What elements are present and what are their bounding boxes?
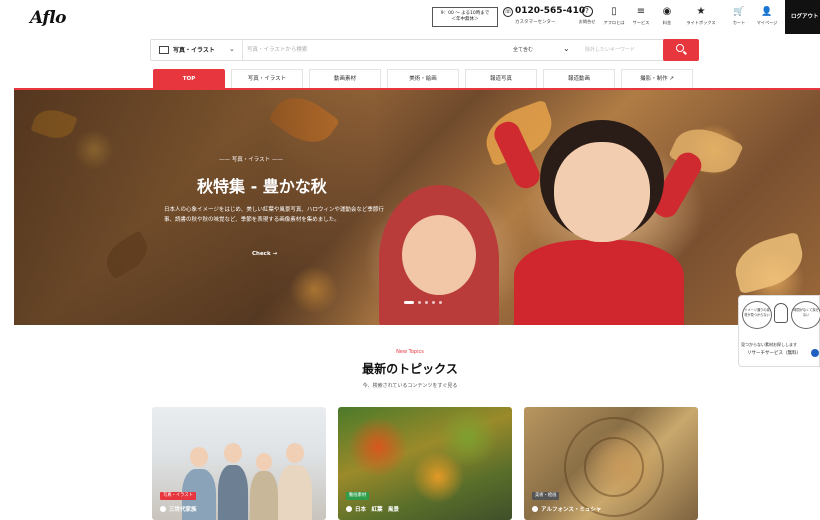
pin-icon	[160, 506, 166, 512]
header-item-contact[interactable]: ? お問合せ	[574, 6, 600, 30]
tab-news-photo[interactable]: 報道写真	[465, 69, 537, 89]
child-right-body	[514, 240, 684, 325]
header-item-price[interactable]: ◉ 料金	[654, 6, 680, 30]
person-face	[224, 443, 242, 463]
child-right-face	[554, 142, 650, 242]
match-mode-value: 全て含む	[513, 47, 534, 53]
topic-card[interactable]: 写真・イラスト 三世代家族	[152, 407, 326, 520]
card-title-text: 三世代家族	[169, 507, 197, 513]
leaf-decoration	[729, 231, 809, 295]
pin-icon	[532, 506, 538, 512]
match-mode-select[interactable]: 全て含む ⌄	[509, 40, 585, 60]
card-category-tag: 写真・イラスト	[160, 492, 196, 500]
carousel-dot[interactable]	[425, 301, 428, 304]
topics-eyebrow: New Topics	[396, 349, 424, 355]
person-icon	[774, 303, 788, 323]
speech-bubble: 時間がなくて探せない	[791, 301, 820, 329]
user-icon: 👤	[761, 7, 773, 17]
speech-bubble: イメージ通りの素材が見つからない	[742, 301, 772, 329]
card-title: アルフォンス・ミュシャ	[532, 505, 601, 513]
aflo-logo[interactable]: Aflo	[30, 8, 67, 28]
search-category-select[interactable]: 写真・イラスト ⌄	[151, 40, 243, 60]
header-item-label: ライトボックス	[686, 20, 716, 25]
carousel-dots	[404, 300, 464, 306]
topics-title: 最新のトピックス	[362, 362, 458, 376]
topic-card[interactable]: 動画素材 日本 紅葉 風景	[338, 407, 512, 520]
tab-news-video[interactable]: 報道動画	[543, 69, 615, 89]
site-header: Aflo 9：00 ～ よる10時まで ＜年中無休＞ ☏ 0120-565-41…	[0, 0, 820, 34]
search-icon	[676, 44, 684, 52]
tab-top[interactable]: TOP	[153, 69, 225, 89]
star-icon: ★	[696, 6, 706, 17]
hero-eyebrow: —— 写真・イラスト ——	[219, 157, 283, 163]
research-service-widget[interactable]: イメージ通りの素材が見つからない 時間がなくて探せない 見つからない素材お探しし…	[738, 295, 820, 367]
carousel-dot[interactable]	[404, 301, 414, 304]
card-title: 日本 紅葉 風景	[346, 505, 399, 513]
hours-line-2: ＜年中無休＞	[451, 17, 479, 22]
hero-title: 秋特集 - 豊かな秋	[197, 177, 327, 196]
phone-icon: ☏	[503, 7, 513, 17]
research-text: 見つからない素材お探しします	[741, 342, 797, 347]
child-left-face	[402, 215, 476, 295]
search-category-value: 写真・イラスト	[173, 47, 215, 54]
business-hours-badge: 9：00 ～ よる10時まで ＜年中無休＞	[432, 7, 498, 27]
header-item-about[interactable]: ▯ アフロとは	[601, 6, 627, 30]
pin-icon	[346, 506, 352, 512]
topics-subtitle: 今、検索されているコンテンツをすぐ見る	[362, 383, 458, 389]
person-figure	[218, 465, 248, 520]
person-figure	[250, 471, 278, 520]
carousel-dot[interactable]	[418, 301, 421, 304]
hero-banner[interactable]: —— 写真・イラスト —— 秋特集 - 豊かな秋 日本人の心象イメージをはじめ、…	[14, 90, 820, 325]
header-item-lightbox[interactable]: ★ ライトボックス	[684, 6, 718, 30]
carousel-dot[interactable]	[439, 301, 442, 304]
category-tabs: TOP 写真・イラスト 動画素材 美術・絵画 報道写真 報道動画 撮影・制作 ↗	[153, 69, 698, 89]
search-button[interactable]	[663, 39, 699, 61]
header-item-label: お問合せ	[578, 19, 596, 24]
page: Aflo 9：00 ～ よる10時まで ＜年中無休＞ ☏ 0120-565-41…	[0, 0, 820, 520]
chevron-down-icon: ⌄	[229, 45, 235, 53]
header-item-label: マイページ	[756, 20, 778, 25]
phone-label: カスタマーセンター	[515, 20, 556, 25]
price-icon: ◉	[662, 6, 672, 17]
card-title: 三世代家族	[160, 505, 197, 513]
hero-check-link[interactable]: Check →	[252, 251, 277, 257]
question-icon: ?	[581, 6, 593, 17]
tab-production[interactable]: 撮影・制作 ↗	[621, 69, 693, 89]
person-face	[190, 447, 208, 467]
cart-icon: 🛒	[733, 7, 745, 17]
search-bar: 写真・イラスト ⌄ 全て含む ⌄	[150, 39, 699, 61]
person-face	[256, 453, 272, 471]
header-item-label: 料金	[662, 20, 672, 25]
hero-description: 日本人の心象イメージをはじめ、美しい紅葉や風景写真、ハロウィンや運動会など季節行…	[164, 207, 384, 223]
header-item-label: サービス	[632, 20, 650, 25]
card-category-tag: 美術・絵画	[532, 492, 560, 500]
exclude-keyword-input[interactable]	[585, 42, 661, 58]
customer-center-phone[interactable]: ☏ 0120-565-410 カスタマーセンター	[503, 6, 585, 28]
menu-icon: ≡	[636, 6, 646, 17]
tab-photo-illustration[interactable]: 写真・イラスト	[231, 69, 303, 89]
artwork-ornament	[584, 437, 644, 497]
header-item-label: アフロとは	[603, 20, 625, 25]
carousel-dot[interactable]	[432, 301, 435, 304]
tab-fine-art[interactable]: 美術・絵画	[387, 69, 459, 89]
header-item-service[interactable]: ≡ サービス	[628, 6, 654, 30]
card-title-text: 日本 紅葉 風景	[355, 507, 400, 513]
header-item-label: カート	[732, 20, 746, 25]
tab-video[interactable]: 動画素材	[309, 69, 381, 89]
search-input[interactable]	[247, 42, 497, 58]
logout-button[interactable]: ログアウト	[785, 0, 820, 34]
card-category-tag: 動画素材	[346, 492, 370, 500]
image-icon	[159, 46, 169, 54]
book-icon: ▯	[611, 6, 617, 17]
chevron-down-icon: ⌄	[563, 44, 570, 53]
header-item-mypage[interactable]: 👤 マイページ	[752, 6, 782, 30]
topic-card[interactable]: 美術・絵画 アルフォンス・ミュシャ	[524, 407, 698, 520]
header-item-cart[interactable]: 🛒 カート	[726, 6, 752, 30]
person-face	[286, 443, 304, 463]
card-title-text: アルフォンス・ミュシャ	[541, 507, 602, 513]
person-figure	[278, 465, 312, 520]
